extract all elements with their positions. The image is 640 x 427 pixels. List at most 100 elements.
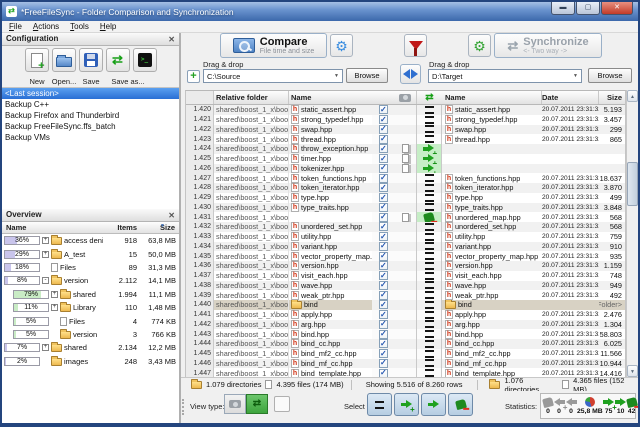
table-row[interactable]: hwave.hpp20.07.2011 23:31:32949 — [442, 281, 625, 291]
sync-action-cell[interactable] — [416, 290, 442, 300]
sync-action-cell[interactable] — [416, 222, 442, 232]
menu-item-file[interactable]: File — [9, 22, 22, 31]
table-row[interactable] — [372, 329, 442, 339]
table-row[interactable]: 1.444shared\boost_1_x\boost\...hbind_cc.… — [186, 339, 372, 349]
checked-checkbox[interactable] — [379, 261, 388, 270]
checked-checkbox[interactable] — [379, 300, 388, 309]
table-row[interactable] — [372, 320, 442, 330]
sync-action-cell[interactable]: + — [416, 154, 442, 164]
table-row[interactable]: + — [372, 164, 442, 174]
toolbar-grip[interactable] — [182, 399, 185, 415]
table-row[interactable]: 1.424shared\boost_1_x\boosththrow_except… — [186, 144, 372, 154]
checked-checkbox[interactable] — [379, 281, 388, 290]
left-browse-button[interactable]: Browse — [346, 68, 388, 83]
titlebar[interactable]: ⇄ *FreeFileSync - Folder Comparison and … — [2, 2, 638, 21]
table-row[interactable] — [372, 115, 442, 125]
close-panel-icon[interactable]: ✕ — [168, 210, 175, 221]
checked-checkbox[interactable] — [379, 144, 388, 153]
scrollbar-thumb[interactable] — [627, 162, 638, 206]
table-row[interactable]: 1.439shared\boost_1_x\boosthweak_ptr.hpp — [186, 290, 372, 300]
table-row[interactable]: hbind.hpp20.07.2011 23:31:3258.803 — [442, 329, 625, 339]
panel-splitter[interactable] — [180, 33, 181, 423]
checked-checkbox[interactable] — [379, 105, 388, 114]
table-row[interactable]: 1.436shared\boost_1_x\boosthversion.hpp — [186, 261, 372, 271]
relative-folder-header[interactable]: Relative folder — [214, 91, 289, 104]
sync-action-cell[interactable] — [416, 329, 442, 339]
checked-checkbox[interactable] — [379, 135, 388, 144]
table-row[interactable]: + — [372, 144, 442, 154]
overview-row[interactable]: 5%+version3766 KB — [2, 328, 179, 341]
synchronize-button[interactable]: ⇄ Synchronize <- Two way -> — [494, 33, 602, 58]
table-row[interactable]: hweak_ptr.hpp20.07.2011 23:31:32492 — [442, 290, 625, 300]
table-row[interactable]: happly.hpp20.07.2011 23:31:322.476 — [442, 310, 625, 320]
minimize-button[interactable]: ▬ — [551, 2, 575, 15]
close-panel-icon[interactable]: ✕ — [168, 34, 175, 45]
comparison-settings-button[interactable]: ⚙ — [330, 34, 353, 57]
config-list-item[interactable]: Backup C++ — [2, 99, 179, 110]
table-row[interactable] — [372, 300, 442, 310]
filter-create-right-button[interactable]: + — [394, 393, 419, 416]
table-row[interactable]: hutility.hpp20.07.2011 23:31:32759 — [442, 232, 625, 242]
sync-action-cell[interactable] — [416, 212, 442, 222]
table-row[interactable]: 1.433shared\boost_1_x\boosthutility.hpp — [186, 232, 372, 242]
batch-job-button[interactable]: >_ — [133, 48, 157, 72]
checked-checkbox[interactable] — [379, 242, 388, 251]
compare-button[interactable]: Compare File time and size — [220, 33, 327, 58]
new-button[interactable] — [25, 48, 49, 72]
table-row[interactable]: 1.430shared\boost_1_x\boosthtype_traits.… — [186, 203, 372, 213]
open-button[interactable] — [52, 48, 76, 72]
table-row[interactable] — [372, 212, 442, 222]
right-browse-button[interactable]: Browse — [588, 68, 632, 83]
checked-checkbox[interactable] — [379, 320, 388, 329]
menu-item-tools[interactable]: Tools — [70, 22, 89, 31]
overview-header-size[interactable]: ▼Size — [137, 222, 179, 233]
table-row[interactable] — [372, 271, 442, 281]
overview-row[interactable]: 29%+A_test1550,0 MB — [2, 247, 179, 260]
table-row[interactable]: 1.441shared\boost_1_x\boost\...happly.hp… — [186, 310, 372, 320]
table-row[interactable] — [372, 232, 442, 242]
table-row[interactable]: 1.434shared\boost_1_x\boosthvariant.hpp — [186, 242, 372, 252]
checkbox-cell[interactable] — [372, 329, 394, 339]
scroll-up-icon[interactable]: ▲ — [627, 90, 638, 102]
checked-checkbox[interactable] — [379, 203, 388, 212]
vertical-scrollbar[interactable]: ▲ ▼ — [626, 90, 638, 377]
table-row[interactable] — [442, 144, 625, 154]
checkbox-cell[interactable] — [372, 183, 394, 193]
overview-row[interactable]: 2%+images2483,43 MB — [2, 355, 179, 368]
table-row[interactable] — [372, 349, 442, 359]
checked-checkbox[interactable] — [379, 154, 388, 163]
table-row[interactable]: hunordered_map.hpp20.07.2011 23:31:32568 — [442, 212, 625, 222]
checkbox-cell[interactable] — [372, 125, 394, 135]
sync-action-cell[interactable]: + — [416, 164, 442, 174]
config-list-item[interactable]: Backup FreeFileSync.ffs_batch — [2, 121, 179, 132]
checkbox-cell[interactable] — [372, 261, 394, 271]
swap-sides-button[interactable] — [400, 64, 421, 84]
checked-checkbox[interactable] — [379, 125, 388, 134]
checkbox-cell[interactable] — [372, 212, 394, 222]
checkbox-cell[interactable] — [372, 144, 394, 154]
table-row[interactable] — [372, 203, 442, 213]
checkbox-cell[interactable] — [372, 173, 394, 183]
overview-row[interactable]: 8%-version2.11214,1 MB — [2, 274, 179, 287]
table-row[interactable]: 1.438shared\boost_1_x\boosthwave.hpp — [186, 281, 372, 291]
table-row[interactable]: 1.443shared\boost_1_x\boost\...hbind.hpp — [186, 329, 372, 339]
table-row[interactable]: 1.425shared\boost_1_x\boosthtimer.hpp — [186, 154, 372, 164]
checked-checkbox[interactable] — [379, 310, 388, 319]
overview-row[interactable]: 11%+Library1101,48 MB — [2, 301, 179, 314]
config-list-item[interactable]: Backup Firefox and Thunderbird — [2, 110, 179, 121]
sync-action-cell[interactable] — [416, 251, 442, 261]
expand-icon[interactable]: + — [51, 291, 58, 298]
right-folder-input[interactable]: D:\Target ▼ — [428, 69, 582, 83]
sync-action-cell[interactable]: + — [416, 144, 442, 154]
checked-checkbox[interactable] — [379, 252, 388, 261]
table-row[interactable]: 1.431shared\boost_1_x\boost — [186, 212, 372, 222]
table-row[interactable] — [372, 310, 442, 320]
table-row[interactable]: hversion.hpp20.07.2011 23:31:321.159 — [442, 261, 625, 271]
table-row[interactable] — [372, 261, 442, 271]
sync-action-cell[interactable] — [416, 261, 442, 271]
category-column-header[interactable] — [394, 91, 416, 104]
overview-row[interactable]: 18%+Files8931,3 MB — [2, 261, 179, 274]
table-row[interactable] — [372, 242, 442, 252]
table-row[interactable] — [372, 105, 442, 115]
right-size-header[interactable]: Size — [599, 91, 625, 104]
